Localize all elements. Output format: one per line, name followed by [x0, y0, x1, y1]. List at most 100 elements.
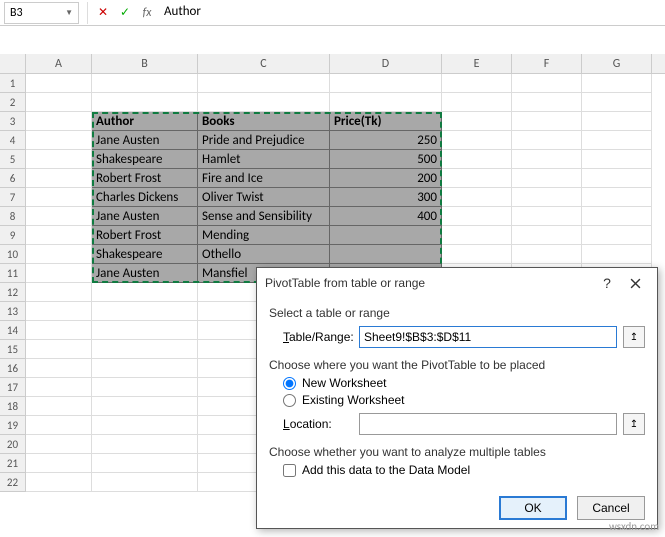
cell[interactable]	[582, 226, 652, 245]
row-header[interactable]: 16	[0, 359, 26, 378]
cell[interactable]	[582, 93, 652, 112]
accept-entry-icon[interactable]: ✓	[114, 2, 136, 24]
cell[interactable]	[582, 188, 652, 207]
cell[interactable]: Oliver Twist	[198, 188, 330, 207]
row-header[interactable]: 20	[0, 435, 26, 454]
cell[interactable]	[26, 359, 92, 378]
cell[interactable]: 250	[330, 131, 442, 150]
cell[interactable]	[512, 245, 582, 264]
row-header[interactable]: 17	[0, 378, 26, 397]
formula-input[interactable]: Author	[158, 2, 665, 24]
row-header[interactable]: 13	[0, 302, 26, 321]
cell[interactable]: Shakespeare	[92, 245, 198, 264]
cell[interactable]	[442, 131, 512, 150]
cell[interactable]	[26, 321, 92, 340]
row-header[interactable]: 9	[0, 226, 26, 245]
cell[interactable]: Books	[198, 112, 330, 131]
cell[interactable]	[92, 454, 198, 473]
cell[interactable]	[442, 207, 512, 226]
cell[interactable]	[582, 150, 652, 169]
cell[interactable]	[512, 131, 582, 150]
cell[interactable]: Shakespeare	[92, 150, 198, 169]
cell[interactable]	[26, 283, 92, 302]
row-header[interactable]: 6	[0, 169, 26, 188]
cell[interactable]	[442, 245, 512, 264]
cell[interactable]: 400	[330, 207, 442, 226]
radio-existing-worksheet[interactable]: Existing Worksheet	[283, 393, 645, 407]
cell[interactable]	[512, 169, 582, 188]
cell[interactable]: Price(Tk)	[330, 112, 442, 131]
collapse-range-icon[interactable]: ↥	[623, 326, 645, 348]
ok-button[interactable]: OK	[499, 496, 567, 520]
cell[interactable]	[26, 150, 92, 169]
cell[interactable]	[582, 207, 652, 226]
row-header[interactable]: 12	[0, 283, 26, 302]
cell[interactable]: 300	[330, 188, 442, 207]
col-header-E[interactable]: E	[442, 54, 512, 73]
row-header[interactable]: 2	[0, 93, 26, 112]
row-header[interactable]: 1	[0, 74, 26, 93]
row-header[interactable]: 19	[0, 416, 26, 435]
help-button[interactable]: ?	[593, 272, 621, 294]
col-header-D[interactable]: D	[330, 54, 442, 73]
row-header[interactable]: 5	[0, 150, 26, 169]
cell[interactable]	[330, 74, 442, 93]
dialog-titlebar[interactable]: PivotTable from table or range ?	[257, 268, 657, 298]
add-data-model-row[interactable]: Add this data to the Data Model	[283, 463, 645, 477]
cell[interactable]	[26, 112, 92, 131]
row-header[interactable]: 7	[0, 188, 26, 207]
cell[interactable]	[582, 245, 652, 264]
cell[interactable]	[26, 245, 92, 264]
add-data-model-checkbox[interactable]	[283, 464, 296, 477]
cell[interactable]	[198, 93, 330, 112]
cell[interactable]	[512, 74, 582, 93]
cancel-entry-icon[interactable]: ✕	[92, 2, 114, 24]
cell[interactable]	[92, 378, 198, 397]
name-box[interactable]: B3 ▼	[4, 2, 79, 24]
cell[interactable]	[198, 74, 330, 93]
cell[interactable]	[582, 74, 652, 93]
cell[interactable]	[92, 93, 198, 112]
cell[interactable]	[26, 207, 92, 226]
cell[interactable]: Charles Dickens	[92, 188, 198, 207]
cell[interactable]	[26, 416, 92, 435]
close-button[interactable]	[621, 272, 649, 294]
select-all-corner[interactable]	[0, 54, 26, 73]
cell[interactable]: 200	[330, 169, 442, 188]
cell[interactable]	[512, 188, 582, 207]
row-header[interactable]: 4	[0, 131, 26, 150]
cell[interactable]	[26, 74, 92, 93]
cell[interactable]	[26, 302, 92, 321]
cell[interactable]	[26, 188, 92, 207]
cell[interactable]	[92, 473, 198, 492]
cell[interactable]	[92, 435, 198, 454]
cell[interactable]: Othello	[198, 245, 330, 264]
cell[interactable]	[512, 150, 582, 169]
cell[interactable]	[26, 473, 92, 492]
row-header[interactable]: 21	[0, 454, 26, 473]
cell[interactable]	[92, 416, 198, 435]
cell[interactable]	[330, 93, 442, 112]
radio-existing-worksheet-input[interactable]	[283, 394, 296, 407]
radio-new-worksheet[interactable]: New Worksheet	[283, 376, 645, 390]
cell[interactable]: Robert Frost	[92, 169, 198, 188]
cell[interactable]	[92, 74, 198, 93]
cell[interactable]	[442, 112, 512, 131]
row-header[interactable]: 11	[0, 264, 26, 283]
row-header[interactable]: 22	[0, 473, 26, 492]
cell[interactable]: Pride and Prejudice	[198, 131, 330, 150]
cell[interactable]: Author	[92, 112, 198, 131]
cell[interactable]	[442, 169, 512, 188]
row-header[interactable]: 18	[0, 397, 26, 416]
col-header-C[interactable]: C	[198, 54, 330, 73]
col-header-B[interactable]: B	[92, 54, 198, 73]
row-header[interactable]: 14	[0, 321, 26, 340]
cell[interactable]: Sense and Sensibility	[198, 207, 330, 226]
cell[interactable]	[330, 245, 442, 264]
cell[interactable]	[442, 93, 512, 112]
table-range-input[interactable]	[359, 326, 617, 348]
cell[interactable]	[512, 226, 582, 245]
cell[interactable]	[92, 302, 198, 321]
col-header-F[interactable]: F	[512, 54, 582, 73]
cell[interactable]: Robert Frost	[92, 226, 198, 245]
